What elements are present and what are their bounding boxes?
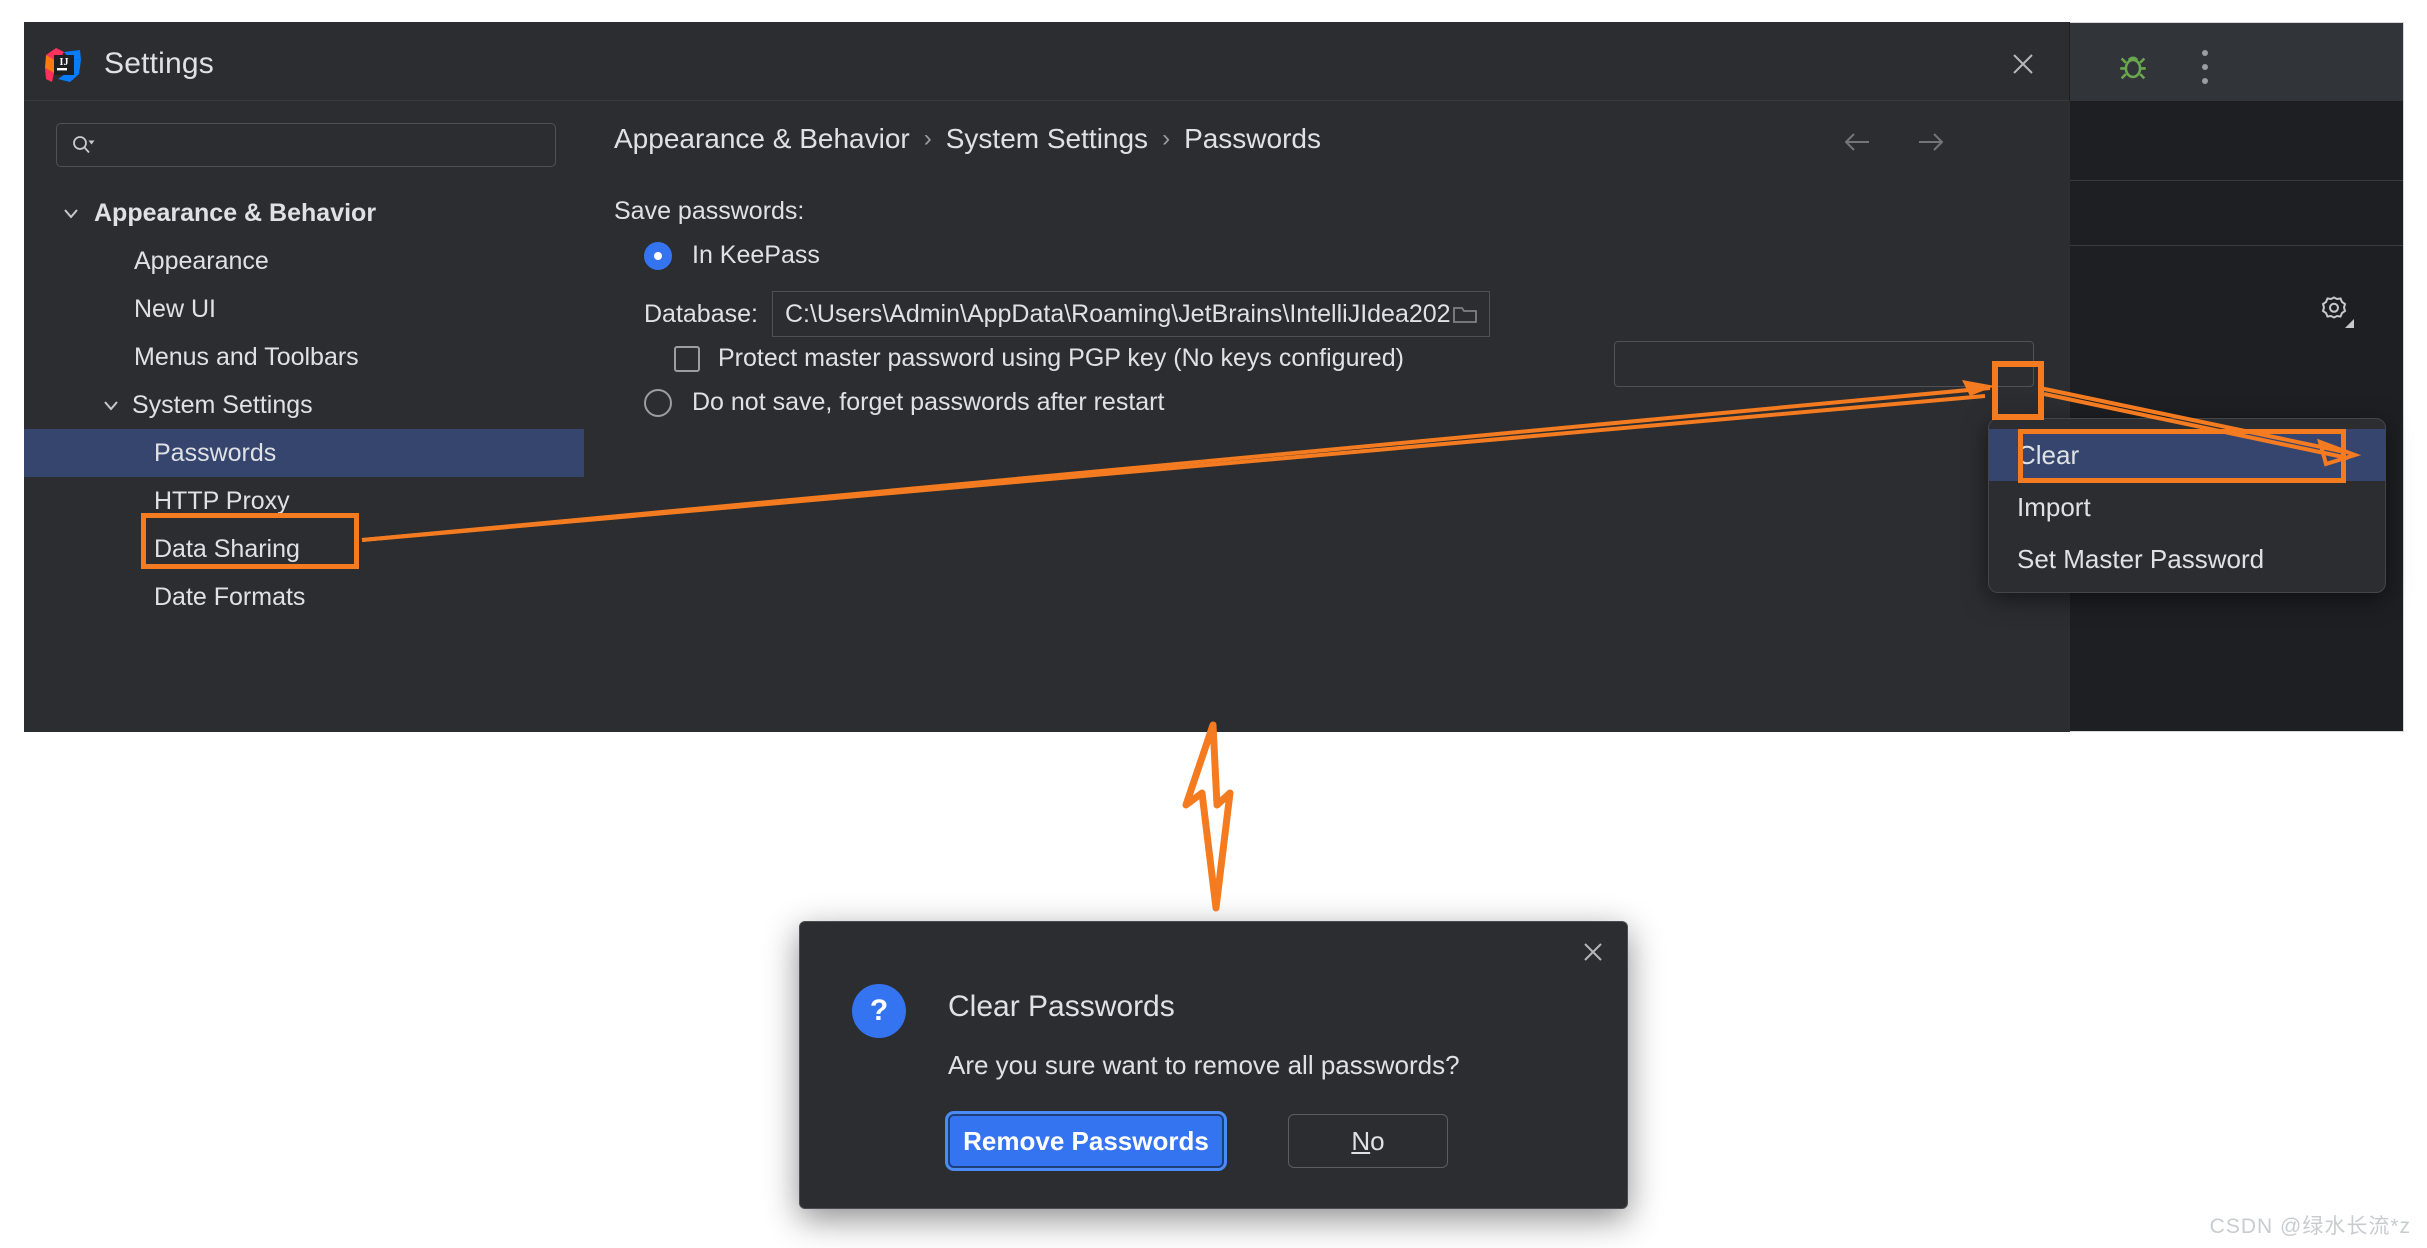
sidebar-item-new-ui[interactable]: New UI: [24, 285, 584, 333]
radio-selected-icon: [644, 241, 672, 270]
sidebar-item-menus-and-toolbars[interactable]: Menus and Toolbars: [24, 333, 584, 381]
chevron-down-icon[interactable]: [58, 200, 84, 226]
radio-do-not-save-label: Do not save, forget passwords after rest…: [692, 388, 1165, 416]
sidebar-item-appearance[interactable]: Appearance: [24, 237, 584, 285]
settings-tree: Appearance & Behavior Appearance New UI …: [24, 189, 584, 621]
close-icon[interactable]: [1577, 936, 1609, 968]
arrow-right-icon[interactable]: [1912, 127, 1950, 157]
clear-passwords-dialog: ? Clear Passwords Are you sure want to r…: [799, 921, 1628, 1209]
gear-icon[interactable]: [2311, 285, 2357, 331]
svg-text:IJ: IJ: [60, 57, 69, 68]
checkbox-protect-master-password[interactable]: Protect master password using PGP key (N…: [674, 344, 1404, 373]
sidebar-item-date-formats[interactable]: Date Formats: [24, 573, 584, 621]
kebab-menu-icon[interactable]: [2200, 50, 2210, 84]
settings-sidebar: Appearance & Behavior Appearance New UI …: [24, 101, 584, 732]
sidebar-item-data-sharing[interactable]: Data Sharing: [24, 525, 584, 573]
sidebar-item-appearance-behavior[interactable]: Appearance & Behavior: [24, 189, 584, 237]
sidebar-item-label: Menus and Toolbars: [134, 342, 359, 371]
database-row: Database: C:\Users\Admin\AppData\Roaming…: [644, 291, 1490, 337]
radio-do-not-save[interactable]: Do not save, forget passwords after rest…: [644, 388, 1164, 417]
settings-window: IJ Settings Appearance & Behavior Appear…: [24, 22, 2354, 732]
menu-item-set-master-password[interactable]: Set Master Password: [1989, 533, 2385, 585]
no-button-mnemonic: N: [1351, 1125, 1371, 1156]
sidebar-item-passwords[interactable]: Passwords: [24, 429, 584, 477]
dialog-title: Clear Passwords: [948, 990, 1175, 1023]
no-button-rest: o: [1370, 1125, 1385, 1156]
sidebar-item-label: Passwords: [154, 438, 277, 467]
radio-in-keepass[interactable]: In KeePass: [644, 241, 820, 270]
sidebar-item-label: Appearance: [134, 246, 269, 275]
breadcrumb-item-1[interactable]: Appearance & Behavior: [614, 123, 910, 155]
triangle-down-icon: [2345, 319, 2354, 328]
menu-item-clear[interactable]: Clear: [1989, 429, 2385, 481]
sidebar-item-label: Date Formats: [154, 582, 306, 611]
intellij-idea-logo-icon: IJ: [44, 46, 82, 84]
ide-divider-2: [2070, 245, 2403, 246]
navigation-arrows: [1838, 127, 1950, 157]
no-button[interactable]: No: [1288, 1114, 1448, 1168]
sidebar-item-label: System Settings: [132, 390, 313, 419]
dialog-button-row: Remove Passwords No: [948, 1114, 1588, 1168]
sidebar-item-system-settings[interactable]: System Settings: [24, 381, 584, 429]
database-path-value: C:\Users\Admin\AppData\Roaming\JetBrains…: [784, 299, 1451, 328]
watermark: CSDN @绿水长流*z: [2209, 1215, 2411, 1238]
screenshot-root: IJ Settings Appearance & Behavior Appear…: [0, 0, 2427, 1248]
menu-item-label: Clear: [2017, 439, 2080, 470]
search-icon: [71, 134, 97, 156]
checkbox-protect-label: Protect master password using PGP key (N…: [718, 344, 1404, 372]
menu-item-label: Set Master Password: [2017, 543, 2265, 574]
remove-passwords-button[interactable]: Remove Passwords: [948, 1114, 1224, 1168]
settings-title-bar: IJ Settings: [24, 22, 2069, 101]
pgp-key-input[interactable]: [1614, 341, 2034, 387]
folder-icon[interactable]: [1451, 302, 1479, 326]
settings-content-pane: Appearance & Behavior › System Settings …: [584, 101, 2354, 732]
sidebar-item-label: Data Sharing: [154, 534, 300, 563]
search-input[interactable]: [56, 123, 556, 167]
question-icon: ?: [852, 984, 906, 1038]
breadcrumb-separator: ›: [923, 125, 932, 152]
breadcrumb-item-3: Passwords: [1184, 123, 1321, 154]
breadcrumb-separator: ›: [1162, 125, 1171, 152]
database-label: Database:: [644, 299, 758, 328]
dialog-message: Are you sure want to remove all password…: [948, 1050, 1460, 1080]
menu-item-import[interactable]: Import: [1989, 481, 2385, 533]
sidebar-item-http-proxy[interactable]: HTTP Proxy: [24, 477, 584, 525]
radio-unselected-icon: [644, 388, 672, 417]
ide-editor-background: [2070, 101, 2403, 731]
chevron-down-icon[interactable]: [98, 392, 124, 418]
breadcrumb-item-2[interactable]: System Settings: [946, 123, 1148, 155]
sidebar-item-label: New UI: [134, 294, 216, 323]
checkbox-unchecked-icon: [674, 345, 700, 372]
database-path-input[interactable]: C:\Users\Admin\AppData\Roaming\JetBrains…: [771, 291, 1490, 337]
ide-divider-1: [2070, 180, 2403, 181]
arrow-left-icon[interactable]: [1838, 127, 1876, 157]
radio-in-keepass-label: In KeePass: [692, 241, 820, 269]
gear-popup-menu: Clear Import Set Master Password: [1988, 418, 2386, 593]
sidebar-item-label: HTTP Proxy: [154, 486, 290, 515]
menu-item-label: Import: [2017, 491, 2091, 522]
close-icon[interactable]: [2005, 46, 2041, 82]
window-title: Settings: [104, 47, 214, 80]
debug-bug-icon[interactable]: [2116, 50, 2150, 84]
save-passwords-label: Save passwords:: [614, 197, 805, 225]
breadcrumb: Appearance & Behavior › System Settings …: [614, 123, 1321, 155]
sidebar-item-label: Appearance & Behavior: [94, 198, 377, 227]
